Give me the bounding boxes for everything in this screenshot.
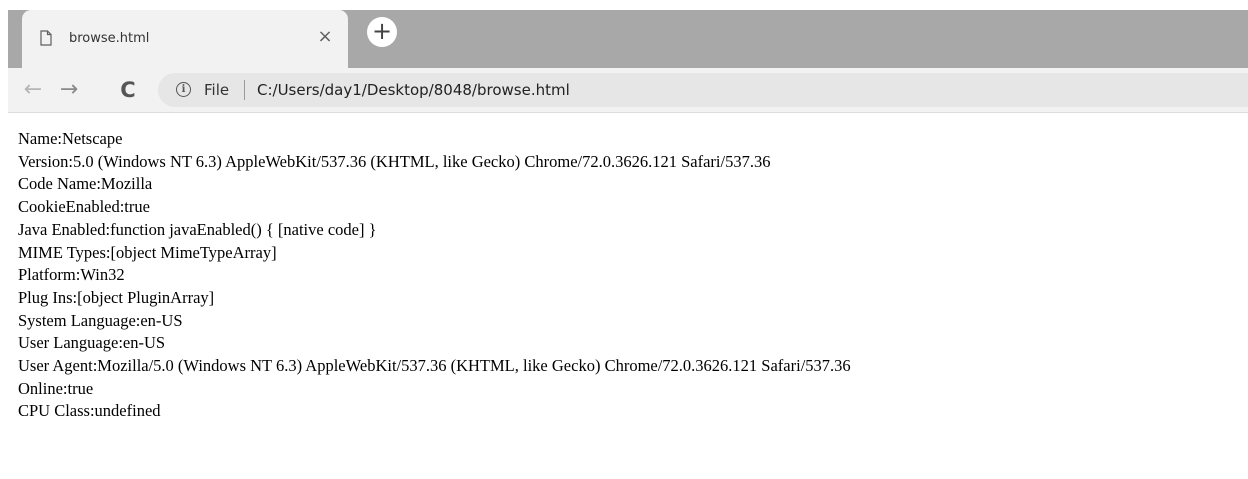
browser-window: browse.html × + ← → C i File C:/Users/da…	[0, 0, 1248, 479]
site-info-icon[interactable]: i	[176, 82, 191, 97]
address-bar[interactable]: i File C:/Users/day1/Desktop/8048/browse…	[158, 73, 1248, 107]
navigator-online-line: Online:true	[18, 378, 94, 398]
navigator-java-line: Java Enabled:function javaEnabled() { [n…	[18, 219, 377, 239]
navigator-codename-line: Code Name:Mozilla	[18, 174, 153, 194]
back-arrow-icon[interactable]: ←	[18, 75, 48, 105]
navigator-version-line: Version:5.0 (Windows NT 6.3) AppleWebKit…	[18, 151, 771, 171]
url-text[interactable]: C:/Users/day1/Desktop/8048/browse.html	[257, 81, 570, 99]
new-tab-button[interactable]: +	[367, 17, 397, 47]
forward-arrow-icon[interactable]: →	[54, 75, 84, 105]
scheme-label: File	[204, 81, 230, 99]
tab-title: browse.html	[69, 31, 150, 46]
browser-toolbar: ← → C i File C:/Users/day1/Desktop/8048/…	[8, 68, 1248, 113]
navigator-plugins-line: Plug Ins:[object PluginArray]	[18, 287, 215, 307]
navigator-cookie-line: CookieEnabled:true	[18, 197, 150, 217]
navigator-user-agent-line: User Agent:Mozilla/5.0 (Windows NT 6.3) …	[18, 356, 851, 376]
page-icon	[40, 30, 52, 46]
reload-icon[interactable]: C	[113, 75, 143, 105]
navigator-name-line: Name:Netscape	[18, 129, 123, 148]
tab-close-icon[interactable]: ×	[313, 25, 337, 49]
navigator-mime-line: MIME Types:[object MimeTypeArray]	[18, 242, 277, 262]
navigator-user-language-line: User Language:en-US	[18, 333, 166, 353]
navigator-platform-line: Platform:Win32	[18, 265, 125, 285]
page-content: Name:Netscape Version:5.0 (Windows NT 6.…	[18, 128, 1238, 423]
tab-strip: browse.html × +	[0, 0, 1248, 68]
tab-browse-html[interactable]: browse.html ×	[22, 10, 348, 68]
address-divider	[244, 80, 245, 100]
navigator-cpu-class-line: CPU Class:undefined	[18, 401, 161, 421]
navigator-system-language-line: System Language:en-US	[18, 310, 183, 330]
